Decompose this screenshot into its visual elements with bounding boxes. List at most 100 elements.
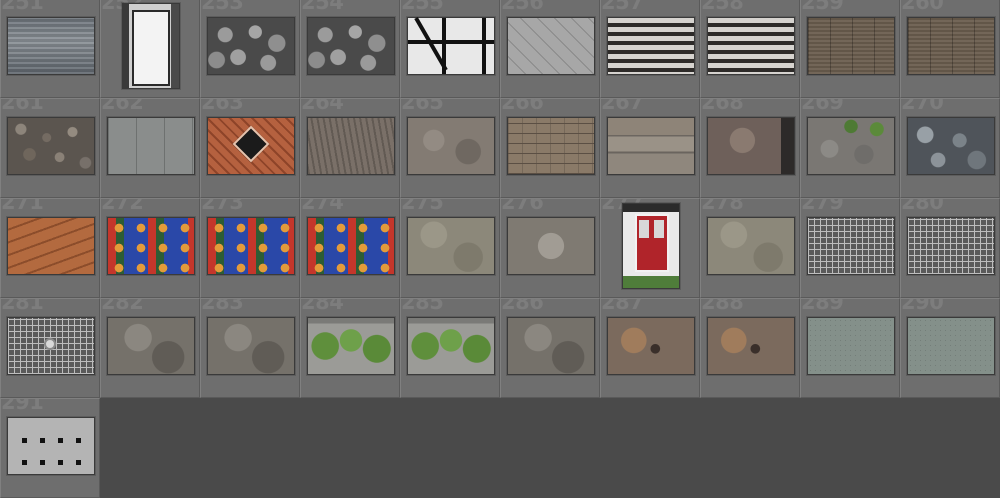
grid-cell-288[interactable]: 288 (700, 298, 800, 398)
thumbnail-image[interactable] (7, 317, 95, 375)
grid-cell-251[interactable]: 251 (0, 0, 100, 98)
cell-index-number: 267 (601, 98, 644, 114)
grid-cell-257[interactable]: 257 (600, 0, 700, 98)
thumbnail-image[interactable] (207, 117, 295, 175)
thumbnail-image[interactable] (907, 17, 995, 75)
grid-cell-291[interactable]: 291 (0, 398, 100, 498)
grid-cell-256[interactable]: 256 (500, 0, 600, 98)
grid-cell-273[interactable]: 273 (200, 198, 300, 298)
thumbnail-image[interactable] (7, 217, 95, 275)
thumbnail-image[interactable] (807, 117, 895, 175)
grid-cell-278[interactable]: 278 (700, 198, 800, 298)
thumbnail-image[interactable] (307, 117, 395, 175)
cell-index-number: 288 (701, 298, 744, 314)
thumbnail-image[interactable] (7, 17, 95, 75)
grid-cell-264[interactable]: 264 (300, 98, 400, 198)
thumbnail-image[interactable] (907, 217, 995, 275)
thumbnail-image[interactable] (107, 317, 195, 375)
thumbnail-image[interactable] (607, 17, 695, 75)
grid-cell-258[interactable]: 258 (700, 0, 800, 98)
cell-index-number: 284 (301, 298, 344, 314)
grid-cell-262[interactable]: 262 (100, 98, 200, 198)
grid-cell-274[interactable]: 274 (300, 198, 400, 298)
grid-cell-260[interactable]: 260 (900, 0, 1000, 98)
thumbnail-image[interactable] (307, 317, 395, 375)
thumbnail-image[interactable] (707, 117, 795, 175)
grid-cell-268[interactable]: 268 (700, 98, 800, 198)
grid-cell-263[interactable]: 263 (200, 98, 300, 198)
thumbnail-image[interactable] (107, 217, 195, 275)
thumbnail-image[interactable] (707, 17, 795, 75)
grid-cell-265[interactable]: 265 (400, 98, 500, 198)
thumbnail-image[interactable] (707, 317, 795, 375)
thumbnail-image[interactable] (207, 17, 295, 75)
grid-cell-252[interactable]: 252 (100, 0, 200, 98)
grid-cell-284[interactable]: 284 (300, 298, 400, 398)
grid-cell-266[interactable]: 266 (500, 98, 600, 198)
thumbnail-image[interactable] (507, 217, 595, 275)
grid-cell-279[interactable]: 279 (800, 198, 900, 298)
thumbnail-image[interactable] (807, 317, 895, 375)
cell-index-number: 258 (701, 0, 744, 14)
grid-cell-277[interactable]: 277 (600, 198, 700, 298)
cell-index-number: 280 (901, 198, 944, 214)
thumbnail-image[interactable] (407, 317, 495, 375)
grid-cell-259[interactable]: 259 (800, 0, 900, 98)
grid-cell-255[interactable]: 255 (400, 0, 500, 98)
grid-cell-282[interactable]: 282 (100, 298, 200, 398)
grid-cell-281[interactable]: 281 (0, 298, 100, 398)
grid-cell-272[interactable]: 272 (100, 198, 200, 298)
cell-index-number: 255 (401, 0, 444, 14)
thumbnail-image[interactable] (7, 417, 95, 475)
grid-cell-280[interactable]: 280 (900, 198, 1000, 298)
thumbnail-image[interactable] (407, 17, 495, 75)
thumbnail-image[interactable] (507, 317, 595, 375)
thumbnail-image[interactable] (607, 317, 695, 375)
thumbnail-image[interactable] (507, 117, 595, 175)
grid-cell-269[interactable]: 269 (800, 98, 900, 198)
cell-index-number: 271 (1, 198, 44, 214)
thumbnail-image[interactable] (507, 17, 595, 75)
grid-cell-286[interactable]: 286 (500, 298, 600, 398)
grid-cell-270[interactable]: 270 (900, 98, 1000, 198)
grid-cell-275[interactable]: 275 (400, 198, 500, 298)
grid-cell-267[interactable]: 267 (600, 98, 700, 198)
grid-cell-261[interactable]: 261 (0, 98, 100, 198)
cell-index-number: 265 (401, 98, 444, 114)
grid-cell-271[interactable]: 271 (0, 198, 100, 298)
thumbnail-image[interactable] (307, 17, 395, 75)
thumbnail-image[interactable] (407, 117, 495, 175)
cell-index-number: 274 (301, 198, 344, 214)
grid-cell-289[interactable]: 289 (800, 298, 900, 398)
cell-index-number: 286 (501, 298, 544, 314)
grid-cell-253[interactable]: 253 (200, 0, 300, 98)
cell-index-number: 272 (101, 198, 144, 214)
grid-cell-283[interactable]: 283 (200, 298, 300, 398)
thumbnail-image[interactable] (107, 117, 195, 175)
thumbnail-image[interactable] (707, 217, 795, 275)
grid-cell-276[interactable]: 276 (500, 198, 600, 298)
grid-cell-285[interactable]: 285 (400, 298, 500, 398)
cell-index-number: 269 (801, 98, 844, 114)
cell-index-number: 266 (501, 98, 544, 114)
thumbnail-image[interactable] (607, 117, 695, 175)
thumbnail-image[interactable] (807, 217, 895, 275)
thumbnail-image[interactable] (807, 17, 895, 75)
thumbnail-image[interactable] (307, 217, 395, 275)
grid-cell-287[interactable]: 287 (600, 298, 700, 398)
grid-cell-290[interactable]: 290 (900, 298, 1000, 398)
thumbnail-image[interactable] (122, 3, 180, 89)
thumbnail-image[interactable] (907, 117, 995, 175)
thumbnail-image[interactable] (207, 317, 295, 375)
thumbnail-image[interactable] (207, 217, 295, 275)
thumbnail-image[interactable] (622, 203, 680, 289)
cell-index-number: 291 (1, 398, 44, 414)
thumbnail-image[interactable] (7, 117, 95, 175)
cell-index-number: 287 (601, 298, 644, 314)
thumbnail-image[interactable] (907, 317, 995, 375)
thumbnail-image[interactable] (407, 217, 495, 275)
empty-grid-area (100, 398, 1000, 478)
cell-index-number: 254 (301, 0, 344, 14)
cell-index-number: 279 (801, 198, 844, 214)
grid-cell-254[interactable]: 254 (300, 0, 400, 98)
